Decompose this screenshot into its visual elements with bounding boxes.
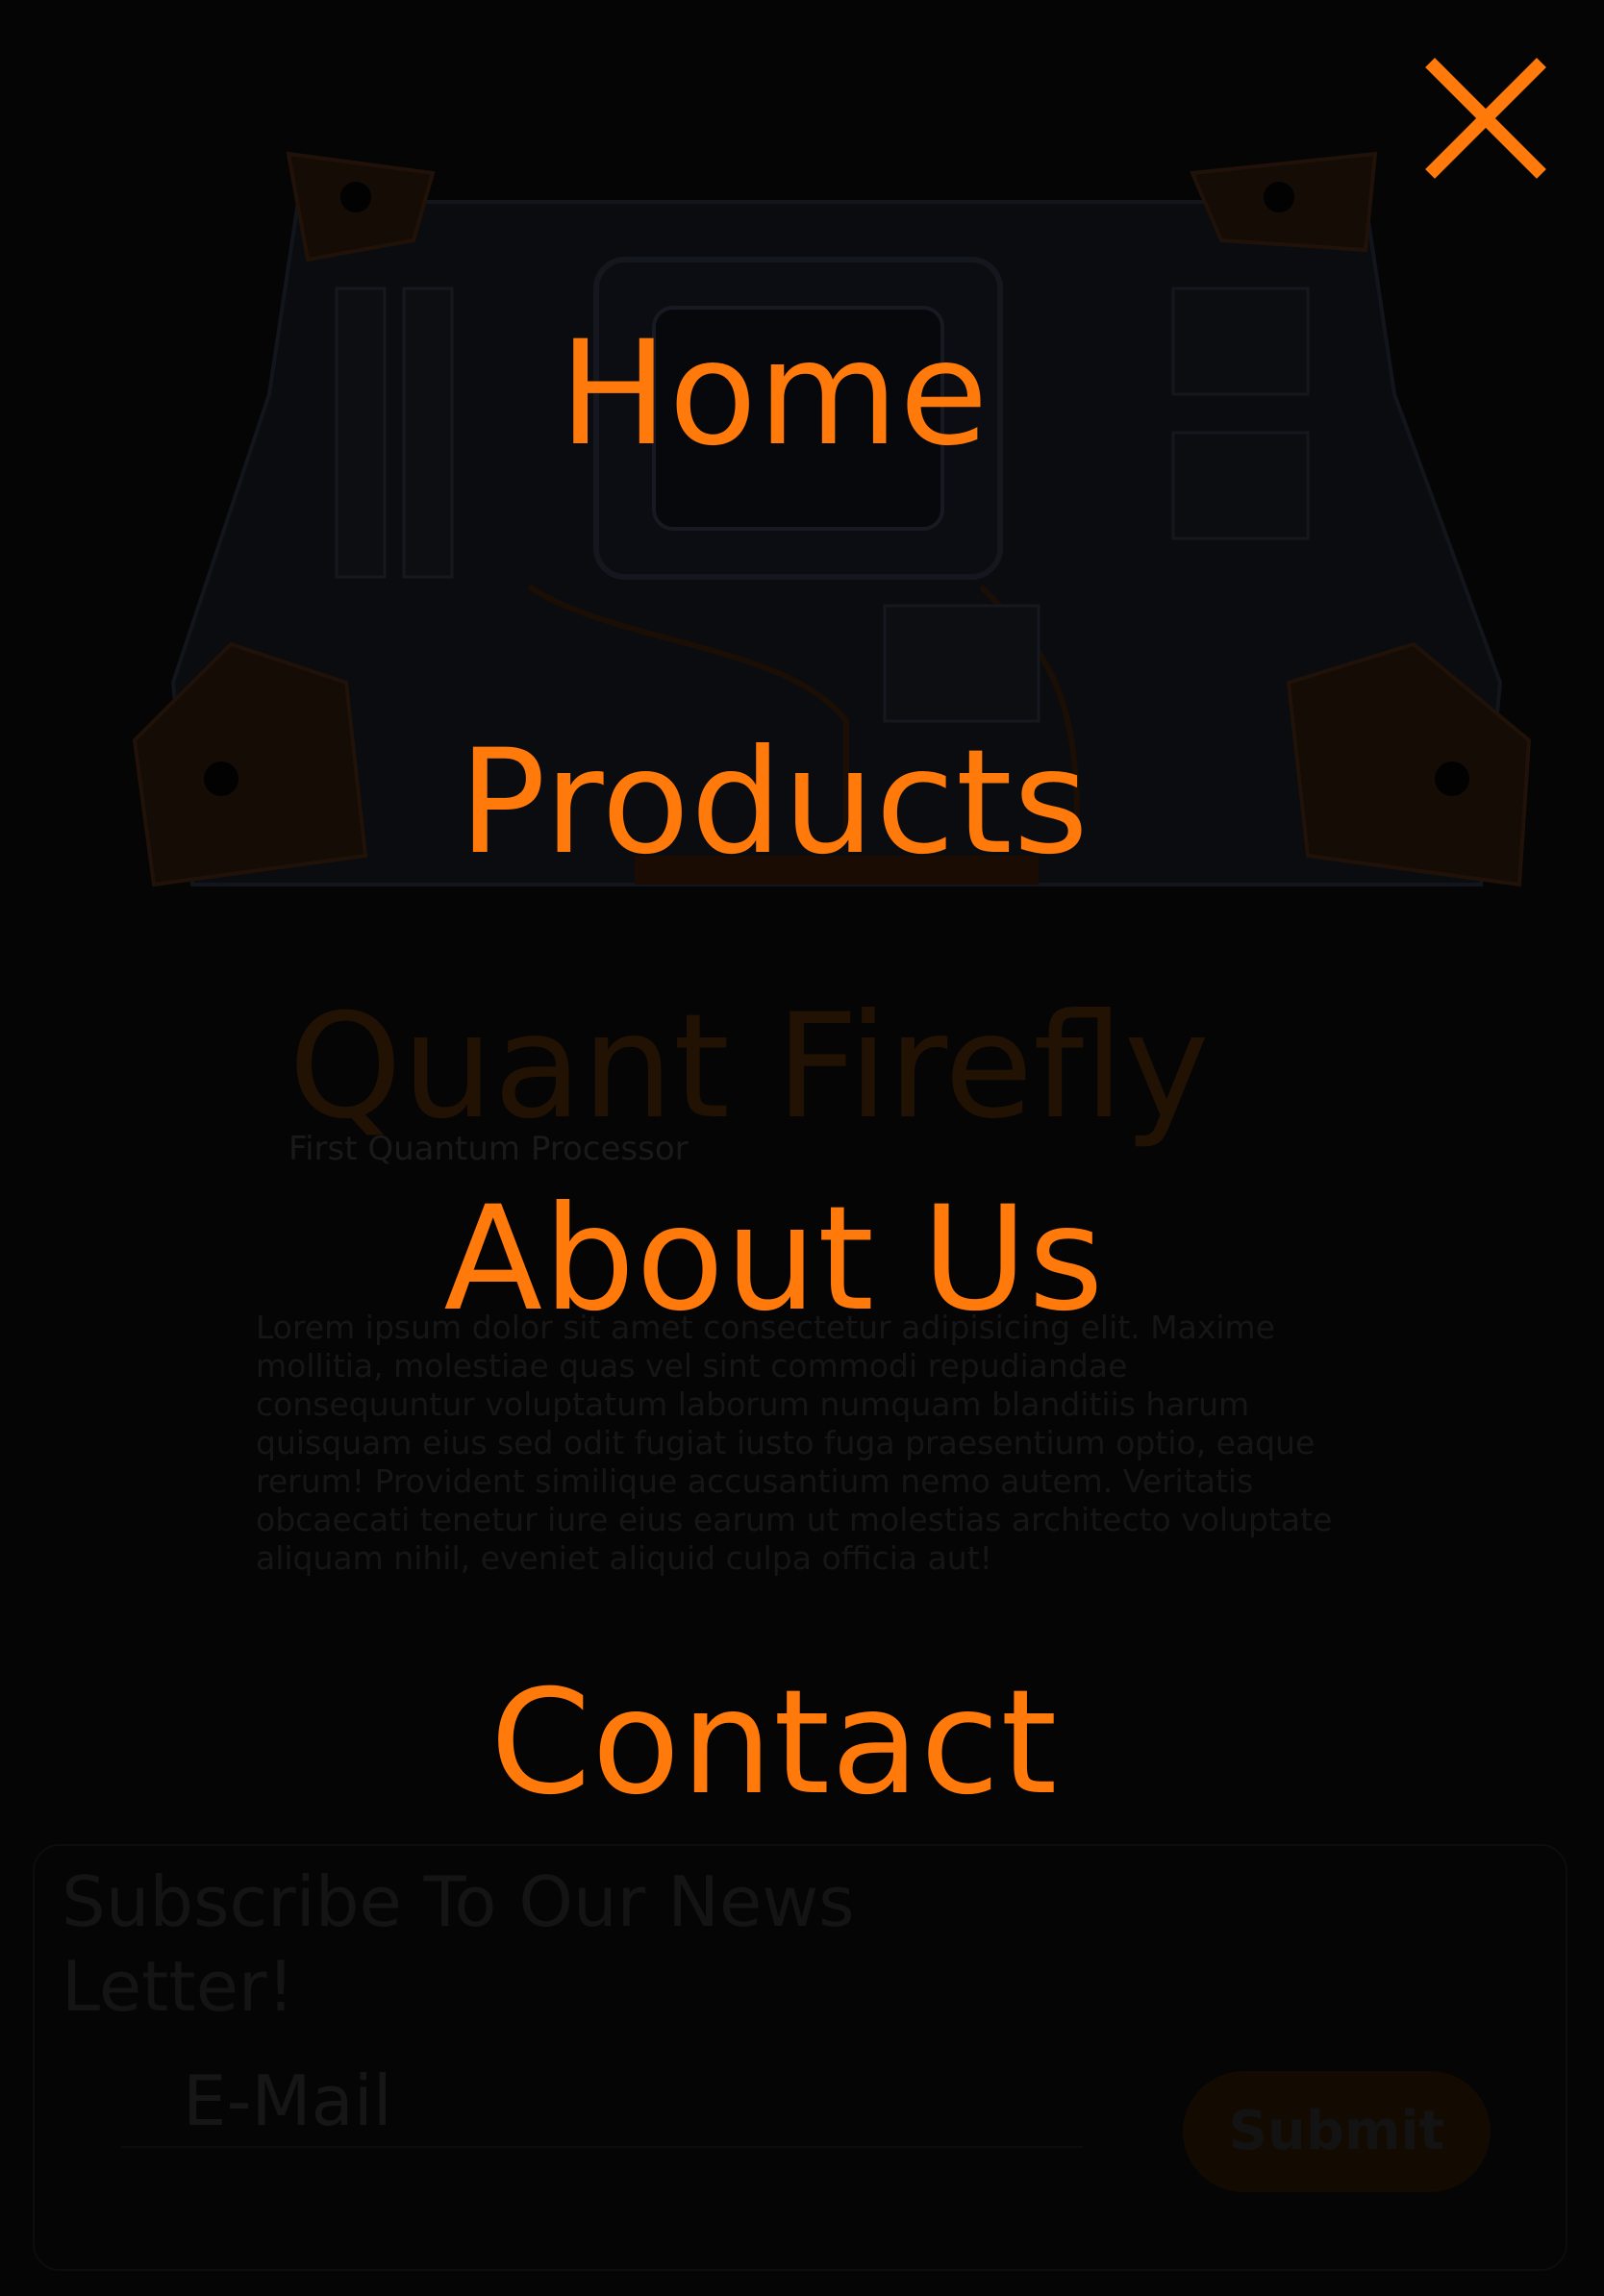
navigation-menu-overlay: Home Products About Us Contact [0,0,1604,2296]
menu-item-about-us[interactable]: About Us [0,1178,1548,1341]
close-icon [1425,58,1546,179]
close-menu-button[interactable] [1423,56,1548,181]
menu-item-home[interactable]: Home [0,312,1548,476]
menu-item-products[interactable]: Products [0,721,1548,885]
menu-item-contact[interactable]: Contact [0,1661,1548,1825]
